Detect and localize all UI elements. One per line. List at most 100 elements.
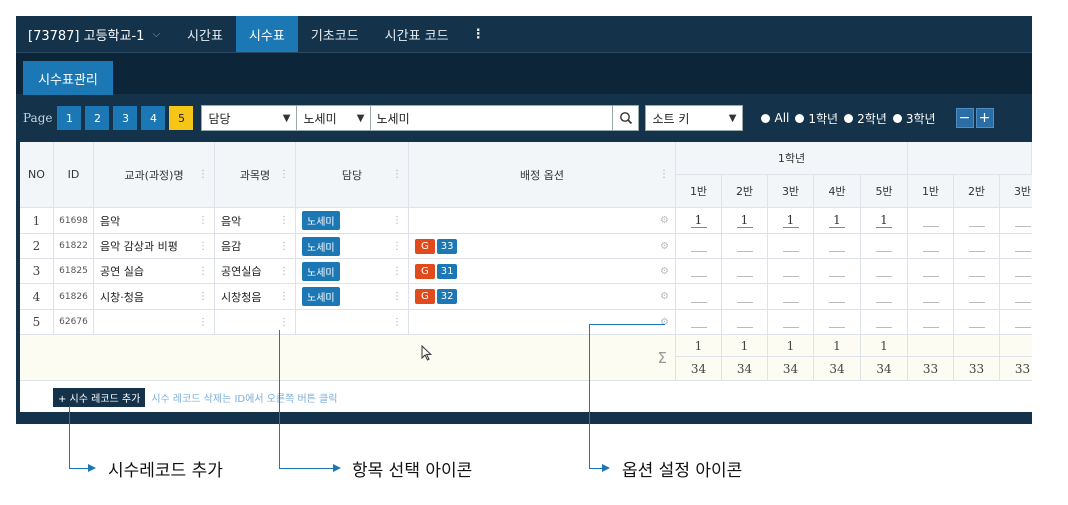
row-course[interactable]: 시창·청음 ⋮ (94, 284, 215, 310)
row-id[interactable]: 61826 (54, 284, 94, 310)
hours-cell[interactable] (722, 234, 768, 259)
hours-cell[interactable] (722, 259, 768, 284)
page-button-4[interactable]: 4 (141, 106, 166, 130)
column-menu-icon[interactable]: ⋮ (659, 169, 669, 180)
row-subject[interactable]: 시창청음 ⋮ (215, 284, 296, 310)
row-option[interactable]: ⚙ (409, 208, 676, 234)
search-button[interactable] (613, 105, 640, 131)
option-settings-icon[interactable]: ⚙ (660, 291, 669, 302)
item-select-icon[interactable]: ⋮ (279, 291, 289, 302)
hours-cell[interactable] (861, 234, 908, 259)
plus-button[interactable]: + (975, 108, 994, 128)
radio-grade-3[interactable]: 3학년 (892, 110, 936, 127)
item-select-icon[interactable]: ⋮ (198, 291, 208, 302)
hours-cell[interactable] (814, 234, 861, 259)
nav-hours-table[interactable]: 시수표 (235, 16, 298, 52)
hours-cell[interactable]: 1 (814, 208, 861, 234)
hours-cell[interactable] (1000, 234, 1032, 259)
filter-select[interactable]: 담당 ▼ (201, 105, 298, 131)
row-teacher[interactable]: 노세미 ⋮ (296, 208, 409, 234)
hours-cell[interactable] (908, 234, 954, 259)
item-select-icon[interactable]: ⋮ (392, 266, 402, 277)
nav-timetable[interactable]: 시간표 (174, 16, 236, 52)
item-select-icon[interactable]: ⋮ (392, 291, 402, 302)
row-teacher[interactable]: 노세미 ⋮ (296, 284, 409, 310)
hours-cell[interactable] (768, 259, 814, 284)
hours-cell[interactable] (722, 284, 768, 310)
hours-cell[interactable] (676, 284, 722, 310)
hours-cell[interactable] (768, 234, 814, 259)
row-subject[interactable]: 음감 ⋮ (215, 234, 296, 259)
hours-cell[interactable] (814, 259, 861, 284)
page-button-5[interactable]: 5 (169, 106, 194, 130)
hours-cell[interactable] (954, 259, 1000, 284)
hours-cell[interactable]: 1 (768, 208, 814, 234)
row-course[interactable]: 음악 감상과 비평 ⋮ (94, 234, 215, 259)
option-settings-icon[interactable]: ⚙ (660, 266, 669, 277)
item-select-icon[interactable]: ⋮ (279, 215, 289, 226)
radio-all[interactable]: All (761, 111, 789, 125)
hours-cell[interactable] (954, 310, 1000, 335)
hours-cell[interactable] (1000, 259, 1032, 284)
option-settings-icon[interactable]: ⚙ (660, 317, 669, 328)
hours-cell[interactable] (954, 234, 1000, 259)
item-select-icon[interactable]: ⋮ (392, 317, 402, 328)
row-course[interactable]: 음악 ⋮ (94, 208, 215, 234)
hours-cell[interactable] (676, 259, 722, 284)
item-select-icon[interactable]: ⋮ (279, 241, 289, 252)
hours-cell[interactable] (908, 284, 954, 310)
nav-timetable-code[interactable]: 시간표 코드 (372, 16, 462, 52)
hours-cell[interactable] (908, 310, 954, 335)
hours-cell[interactable] (1000, 284, 1032, 310)
row-option[interactable]: G 31 ⚙ (409, 259, 676, 284)
item-select-icon[interactable]: ⋮ (279, 266, 289, 277)
item-select-icon[interactable]: ⋮ (392, 241, 402, 252)
radio-grade-1[interactable]: 1학년 (795, 110, 838, 127)
radio-grade-2[interactable]: 2학년 (844, 110, 887, 127)
more-menu-icon[interactable]: ⋮ (462, 16, 495, 52)
row-subject[interactable]: 음악 ⋮ (215, 208, 296, 234)
item-select-icon[interactable]: ⋮ (198, 266, 208, 277)
item-select-icon[interactable]: ⋮ (198, 215, 208, 226)
row-id[interactable]: 61822 (54, 234, 94, 259)
hours-cell[interactable] (954, 284, 1000, 310)
hours-cell[interactable] (861, 284, 908, 310)
hours-cell[interactable] (676, 234, 722, 259)
hours-cell[interactable] (908, 208, 954, 234)
row-course[interactable]: 공연 실습 ⋮ (94, 259, 215, 284)
row-option[interactable]: G 32 ⚙ (409, 284, 676, 310)
minus-button[interactable]: − (955, 108, 974, 128)
column-menu-icon[interactable]: ⋮ (392, 169, 402, 180)
page-button-2[interactable]: 2 (85, 106, 110, 130)
row-teacher[interactable]: 노세미 ⋮ (296, 234, 409, 259)
option-settings-icon[interactable]: ⚙ (660, 241, 669, 252)
search-input[interactable]: 노세미 (371, 105, 614, 131)
hours-cell[interactable] (1000, 310, 1032, 335)
column-menu-icon[interactable]: ⋮ (198, 169, 208, 180)
column-menu-icon[interactable]: ⋮ (279, 169, 289, 180)
row-option[interactable]: ⚙ (409, 310, 676, 335)
row-teacher[interactable]: 노세미 ⋮ (296, 259, 409, 284)
row-subject[interactable]: 공연실습 ⋮ (215, 259, 296, 284)
item-select-icon[interactable]: ⋮ (392, 215, 402, 226)
row-id[interactable]: 61698 (54, 208, 94, 234)
sort-select[interactable]: 소트 키 ▼ (645, 105, 744, 131)
hours-cell[interactable] (861, 259, 908, 284)
teacher-select[interactable]: 노세미 ▼ (297, 105, 372, 131)
row-id[interactable]: 61825 (54, 259, 94, 284)
hours-cell[interactable] (768, 284, 814, 310)
hours-cell[interactable] (1000, 208, 1032, 234)
hours-cell[interactable]: 1 (722, 208, 768, 234)
hours-cell[interactable] (954, 208, 1000, 234)
row-option[interactable]: G 33 ⚙ (409, 234, 676, 259)
row-course[interactable]: ⋮ (94, 310, 215, 335)
hours-cell[interactable] (814, 310, 861, 335)
item-select-icon[interactable]: ⋮ (198, 317, 208, 328)
page-button-1[interactable]: 1 (57, 106, 82, 130)
item-select-icon[interactable]: ⋮ (279, 317, 289, 328)
hours-cell[interactable]: 1 (861, 208, 908, 234)
hours-cell[interactable]: 1 (676, 208, 722, 234)
tab-hours-management[interactable]: 시수표관리 (23, 61, 113, 95)
hours-cell[interactable] (814, 284, 861, 310)
row-teacher[interactable]: ⋮ (296, 310, 409, 335)
